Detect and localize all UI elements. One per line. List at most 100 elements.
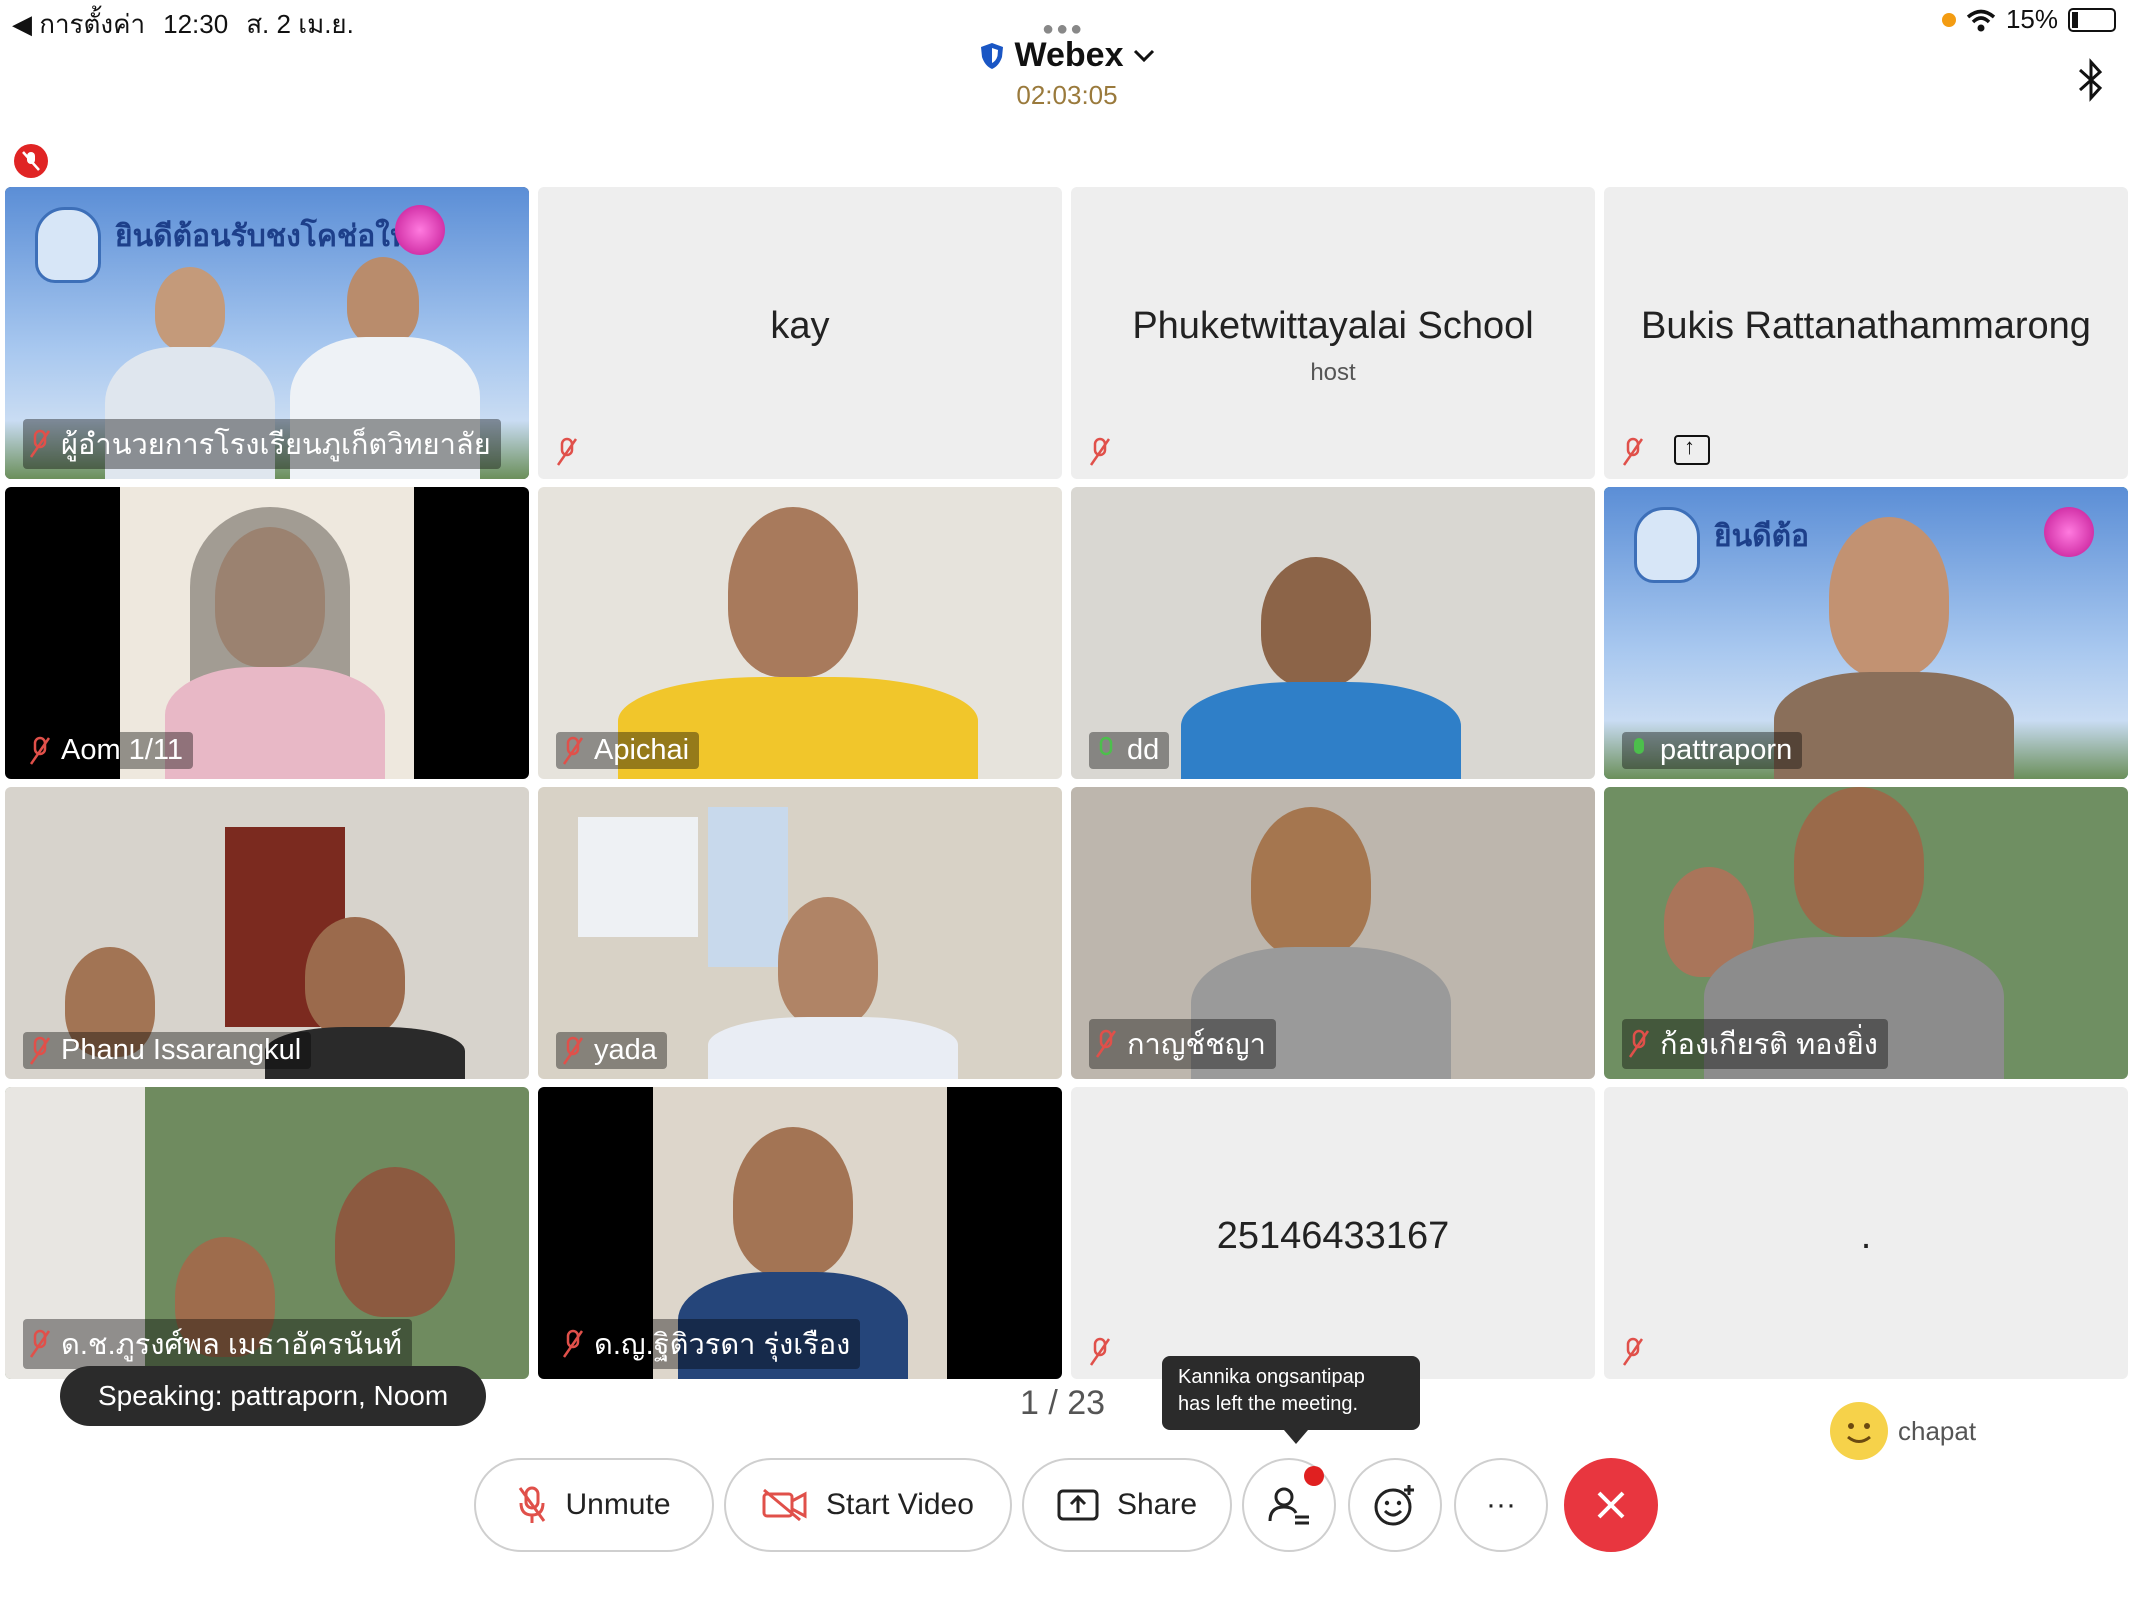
unmute-button[interactable]: Unmute (474, 1458, 714, 1552)
muted-mic-icon (562, 1036, 584, 1065)
participant-name: ด.ญ.ฐิติวรดา รุ่งเรือง (594, 1329, 851, 1361)
person-head (778, 897, 878, 1027)
wall-notes (578, 817, 698, 937)
participant-name-label: ด.ญ.ฐิติวรดา รุ่งเรือง (556, 1319, 861, 1369)
toast-arrow (1284, 1430, 1308, 1444)
participant-tile[interactable]: ด.ญ.ฐิติวรดา รุ่งเรือง (538, 1087, 1062, 1379)
participant-name-label: Aom 1/11 (23, 732, 193, 769)
participant-tile[interactable]: กาญช์ชญา (1071, 787, 1595, 1079)
participant-name-label: pattraporn (1622, 732, 1803, 769)
participant-tile[interactable]: kay (538, 187, 1062, 479)
participant-name: ด.ช.ภูรงศ์พล เมธาอัครนันท์ (61, 1329, 403, 1361)
participant-tile[interactable]: ยินดีต้อนรับชงโคช่อใหม่ ผู้อำนวยการโรงเร… (5, 187, 529, 479)
app-title: Webex (1014, 36, 1124, 74)
participants-button[interactable] (1242, 1458, 1336, 1552)
wall-poster (708, 807, 788, 967)
person-head (1251, 807, 1371, 957)
participant-name: Phanu Issarangkul (61, 1034, 302, 1066)
person-head (347, 257, 419, 345)
mic-icon (1099, 736, 1113, 755)
muted-mic-icon (562, 736, 584, 765)
share-button[interactable]: Share (1022, 1458, 1232, 1552)
video-off-icon (762, 1488, 807, 1522)
start-video-button[interactable]: Start Video (724, 1458, 1012, 1552)
participant-name: . (1860, 1215, 1872, 1257)
muted-mic-icon (1095, 1029, 1117, 1058)
person-body (1181, 682, 1461, 779)
reactions-button[interactable] (1348, 1458, 1442, 1552)
participant-name: yada (594, 1034, 657, 1066)
battery-icon (2068, 7, 2116, 32)
share-screen-icon (1057, 1489, 1099, 1521)
battery-percent: 15% (2005, 4, 2058, 34)
participant-name: Aom 1/11 (61, 734, 183, 766)
person-head (1829, 517, 1949, 677)
participant-name-label: ก้องเกียรติ ทองยิ่ง (1622, 1019, 1888, 1069)
person-head (335, 1167, 455, 1317)
muted-mic-icon (29, 1036, 51, 1065)
meeting-timer: 02:03:05 (1016, 79, 1118, 110)
participant-name: 25146433167 (1216, 1215, 1450, 1257)
person-body (165, 667, 385, 779)
participant-tile[interactable]: Bukis Rattanathammarong (1604, 187, 2128, 479)
participant-name-label: dd (1089, 732, 1170, 769)
participants-icon (1268, 1487, 1309, 1525)
school-emblem (1634, 507, 1700, 583)
participant-name-label: ด.ช.ภูรงศ์พล เมธาอัครนันท์ (23, 1319, 413, 1369)
muted-mic-icon (29, 736, 51, 765)
notification-dot (1304, 1466, 1324, 1486)
participant-name: ก้องเกียรติ ทองยิ่ง (1660, 1029, 1878, 1061)
person-head (1261, 557, 1371, 687)
participant-tile[interactable]: ด.ช.ภูรงศ์พล เมธาอัครนันท์ (5, 1087, 529, 1379)
participant-tile[interactable]: yada (538, 787, 1062, 1079)
app-title-dropdown[interactable]: Webex (979, 36, 1156, 75)
toast-line-2: has left the meeting. (1178, 1393, 1359, 1415)
participant-tile[interactable]: Phuketwittayalai School host (1071, 187, 1595, 479)
unmute-label: Unmute (565, 1488, 671, 1521)
muted-mic-icon (29, 1329, 51, 1358)
muted-mic-icon (1089, 437, 1111, 466)
meeting-control-bar: Unmute Start Video Share ··· (0, 1458, 2134, 1554)
muted-mic-icon (1628, 1029, 1650, 1058)
participant-name-label: yada (556, 1032, 667, 1069)
privacy-indicator-icon (1941, 12, 1956, 27)
start-video-label: Start Video (826, 1488, 974, 1521)
participant-tile[interactable]: 25146433167 (1071, 1087, 1595, 1379)
person-head (305, 917, 405, 1037)
chevron-down-icon (1134, 49, 1155, 62)
participant-name: Apichai (594, 734, 690, 766)
bluetooth-icon[interactable] (2076, 58, 2106, 102)
reaction-chat-preview[interactable]: chapat (1830, 1402, 1976, 1460)
emoji-add-icon (1374, 1485, 1414, 1526)
more-options-button[interactable]: ··· (1454, 1458, 1548, 1552)
person-body (708, 1017, 958, 1079)
end-call-button[interactable] (1564, 1458, 1658, 1552)
mic-icon (1634, 737, 1644, 754)
participant-tile[interactable]: Aom 1/11 (5, 487, 529, 779)
participant-tile[interactable]: dd (1071, 487, 1595, 779)
person-head (1794, 787, 1924, 937)
participant-tile[interactable]: ก้องเกียรติ ทองยิ่ง (1604, 787, 2128, 1079)
active-speaker-tile[interactable]: ยินดีต้อ pattraporn (1604, 487, 2128, 779)
person-head (733, 1127, 853, 1277)
person-body (1774, 672, 2014, 779)
participant-tile[interactable]: . (1604, 1087, 2128, 1379)
page-indicator[interactable]: 1 / 23 (1020, 1384, 1105, 1423)
person-head (155, 267, 225, 351)
muted-all-indicator-icon (14, 144, 48, 178)
muted-mic-icon (556, 437, 578, 466)
participant-name: pattraporn (1660, 734, 1793, 766)
participant-tile[interactable]: Phanu Issarangkul (5, 787, 529, 1079)
speaking-indicator: Speaking: pattraporn, Noom (60, 1366, 487, 1426)
shield-icon (980, 42, 1003, 69)
toast-line-1: Kannika ongsantipap (1178, 1366, 1365, 1388)
participant-name-label: ผู้อำนวยการโรงเรียนภูเก็ตวิทยาลัย (23, 419, 501, 469)
banner-text: ยินดีต้อ (1714, 520, 1810, 553)
wifi-icon (1966, 9, 1996, 31)
participant-name: กาญช์ชญา (1127, 1029, 1266, 1061)
smiley-face-icon (1830, 1402, 1888, 1460)
person-head (728, 507, 858, 677)
participant-name: dd (1127, 734, 1160, 766)
participant-tile[interactable]: Apichai (538, 487, 1062, 779)
participant-name-label: Apichai (556, 732, 700, 769)
